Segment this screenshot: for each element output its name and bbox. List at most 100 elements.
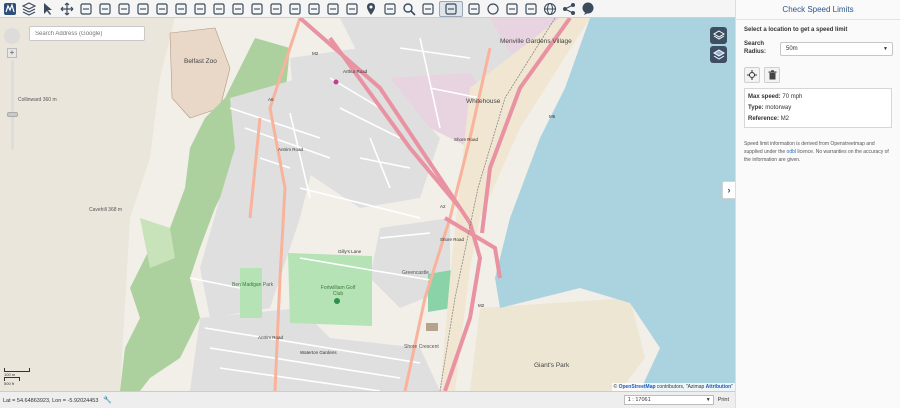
anchor-icon[interactable] xyxy=(420,1,436,17)
map-label-antrim-road-2: Antrim Road xyxy=(258,335,284,340)
marker-icon[interactable] xyxy=(363,1,379,17)
logo-icon[interactable] xyxy=(2,1,18,17)
map-label-collinward: Collinward 360 m xyxy=(18,97,57,103)
address-search-input[interactable] xyxy=(29,26,145,41)
panel-subtitle: Select a location to get a speed limit xyxy=(744,27,848,33)
map-label-belfast-zoo: Belfast Zoo xyxy=(184,58,217,65)
wrench-icon[interactable]: 🔧 xyxy=(103,397,112,404)
attribution-link[interactable]: Attribution xyxy=(706,384,732,390)
compass-icon[interactable] xyxy=(325,1,341,17)
map-label-a6: A6 xyxy=(268,97,274,102)
scale-select[interactable]: 1 : 17061 ▼ xyxy=(623,395,714,405)
reference-label: Reference: xyxy=(748,115,780,122)
max-speed-value: 70 mph xyxy=(782,93,803,100)
attribution-middle: contributors, "Azimap xyxy=(656,384,705,390)
map-label-shore-road-2: Shore Road xyxy=(440,237,465,242)
polygon-icon[interactable] xyxy=(268,1,284,17)
zoom-control: + xyxy=(4,28,20,150)
collapse-panel-button[interactable]: › xyxy=(722,181,735,199)
zoom-in-icon[interactable] xyxy=(306,1,322,17)
layers-icon[interactable] xyxy=(21,1,37,17)
measure-icon[interactable] xyxy=(287,1,303,17)
photo-icon[interactable] xyxy=(466,1,482,17)
circle-icon[interactable] xyxy=(485,1,501,17)
map-label-antrim-road: Antrim Road xyxy=(278,147,304,152)
type-row: Type: motorway xyxy=(748,105,888,111)
pick-location-button[interactable] xyxy=(744,66,760,83)
status-bar: Lat = 54.64863923, Lon = -5.92024453 🔧 1… xyxy=(0,391,735,408)
pointer-icon[interactable] xyxy=(40,1,56,17)
coordinates-readout: Lat = 54.64863923, Lon = -5.92024453 🔧 xyxy=(3,396,624,404)
speed-limit-result: Max speed: 70 mph Type: motorway Referen… xyxy=(744,87,892,128)
lasso-icon[interactable] xyxy=(439,0,463,17)
camera-icon[interactable] xyxy=(154,1,170,17)
chevron-down-icon: ▼ xyxy=(705,397,711,403)
chevron-right-icon: › xyxy=(727,185,731,195)
scale-bar-imperial: 500 ft xyxy=(4,381,15,386)
search-radius-label: Search Radius: xyxy=(744,41,767,55)
wrench-icon[interactable] xyxy=(382,1,398,17)
list-icon[interactable] xyxy=(504,1,520,17)
search-icon[interactable] xyxy=(401,1,417,17)
search-radius-row: Search Radius: 50m ▼ xyxy=(744,41,900,57)
coordinates-text: Lat = 54.64863923, Lon = -5.92024453 xyxy=(3,398,99,404)
map-label-arthur-road: Arthur Road xyxy=(343,69,368,74)
globe-icon[interactable] xyxy=(542,1,558,17)
attribution-prefix: © xyxy=(613,384,618,390)
base-map-icon[interactable] xyxy=(710,46,727,63)
move-icon[interactable] xyxy=(59,1,75,17)
map-label-m2-b: M2 xyxy=(478,303,485,308)
reference-row: Reference: M2 xyxy=(748,116,888,122)
max-speed-row: Max speed: 70 mph xyxy=(748,94,888,100)
reference-value: M2 xyxy=(780,115,790,122)
route-icon[interactable] xyxy=(116,1,132,17)
target-icon[interactable] xyxy=(344,1,360,17)
trash-icon xyxy=(768,69,776,80)
draw-icon[interactable] xyxy=(78,1,94,17)
chat-icon[interactable] xyxy=(580,1,596,17)
zoom-slider-handle[interactable] xyxy=(6,112,18,117)
search-radius-select[interactable]: 50m ▼ xyxy=(780,41,893,56)
tree-icon[interactable] xyxy=(230,1,246,17)
document-icon[interactable] xyxy=(173,1,189,17)
scale-select-value: 1 : 17061 xyxy=(627,397,651,403)
action-buttons xyxy=(744,66,900,83)
map-label-waterton: Waterton Gardens xyxy=(300,350,337,355)
map-canvas[interactable]: + Belfast Zoo Collinward 360 m Cavehill … xyxy=(0,18,735,391)
type-value: motorway xyxy=(765,104,792,111)
odbl-link[interactable]: odbl xyxy=(787,149,796,155)
max-speed-label: Max speed: xyxy=(748,93,781,100)
zoom-slider[interactable] xyxy=(6,60,18,150)
osm-link[interactable]: OpenStreetMap xyxy=(619,384,656,390)
copy-icon[interactable] xyxy=(211,1,227,17)
print-button[interactable]: Print xyxy=(718,397,729,403)
clear-button[interactable] xyxy=(764,66,780,83)
delete-icon[interactable] xyxy=(192,1,208,17)
chevron-down-icon: ▼ xyxy=(883,45,888,52)
panel-title: Check Speed Limits xyxy=(736,0,900,20)
map-label-shore-crescent: Shore Crescent xyxy=(404,344,439,350)
share-icon[interactable] xyxy=(561,1,577,17)
layer-buttons xyxy=(710,27,727,63)
search-radius-value: 50m xyxy=(786,45,798,52)
crosshair-icon xyxy=(747,69,757,80)
app-window: + Belfast Zoo Collinward 360 m Cavehill … xyxy=(0,0,900,408)
pan-control[interactable] xyxy=(4,28,20,44)
zoom-in-button[interactable]: + xyxy=(7,48,17,58)
map-label-greencastle: Greencastle xyxy=(402,270,429,276)
attribution-suffix: " xyxy=(731,384,733,390)
disclaimer-text: Speed limit information is derived from … xyxy=(744,140,892,164)
layers-icon[interactable] xyxy=(710,27,727,44)
table-icon[interactable] xyxy=(523,1,539,17)
speedometer-icon[interactable] xyxy=(135,1,151,17)
map-label-whitehouse: Whitehouse xyxy=(466,98,501,105)
vertex-icon[interactable] xyxy=(97,1,113,17)
map-label-giants-park: Giant's Park xyxy=(534,362,570,369)
map-label-a2: A2 xyxy=(440,204,446,209)
scale-bar: 100 m 500 ft xyxy=(4,368,30,386)
map-label-menville: Menville Gardens Village xyxy=(500,38,572,45)
map-label-shore-road: Shore Road xyxy=(454,137,479,142)
scale-bar-metric: 100 m xyxy=(4,372,16,377)
speed-limit-panel: Check Speed Limits Select a location to … xyxy=(735,0,900,408)
ruler-icon[interactable] xyxy=(249,1,265,17)
